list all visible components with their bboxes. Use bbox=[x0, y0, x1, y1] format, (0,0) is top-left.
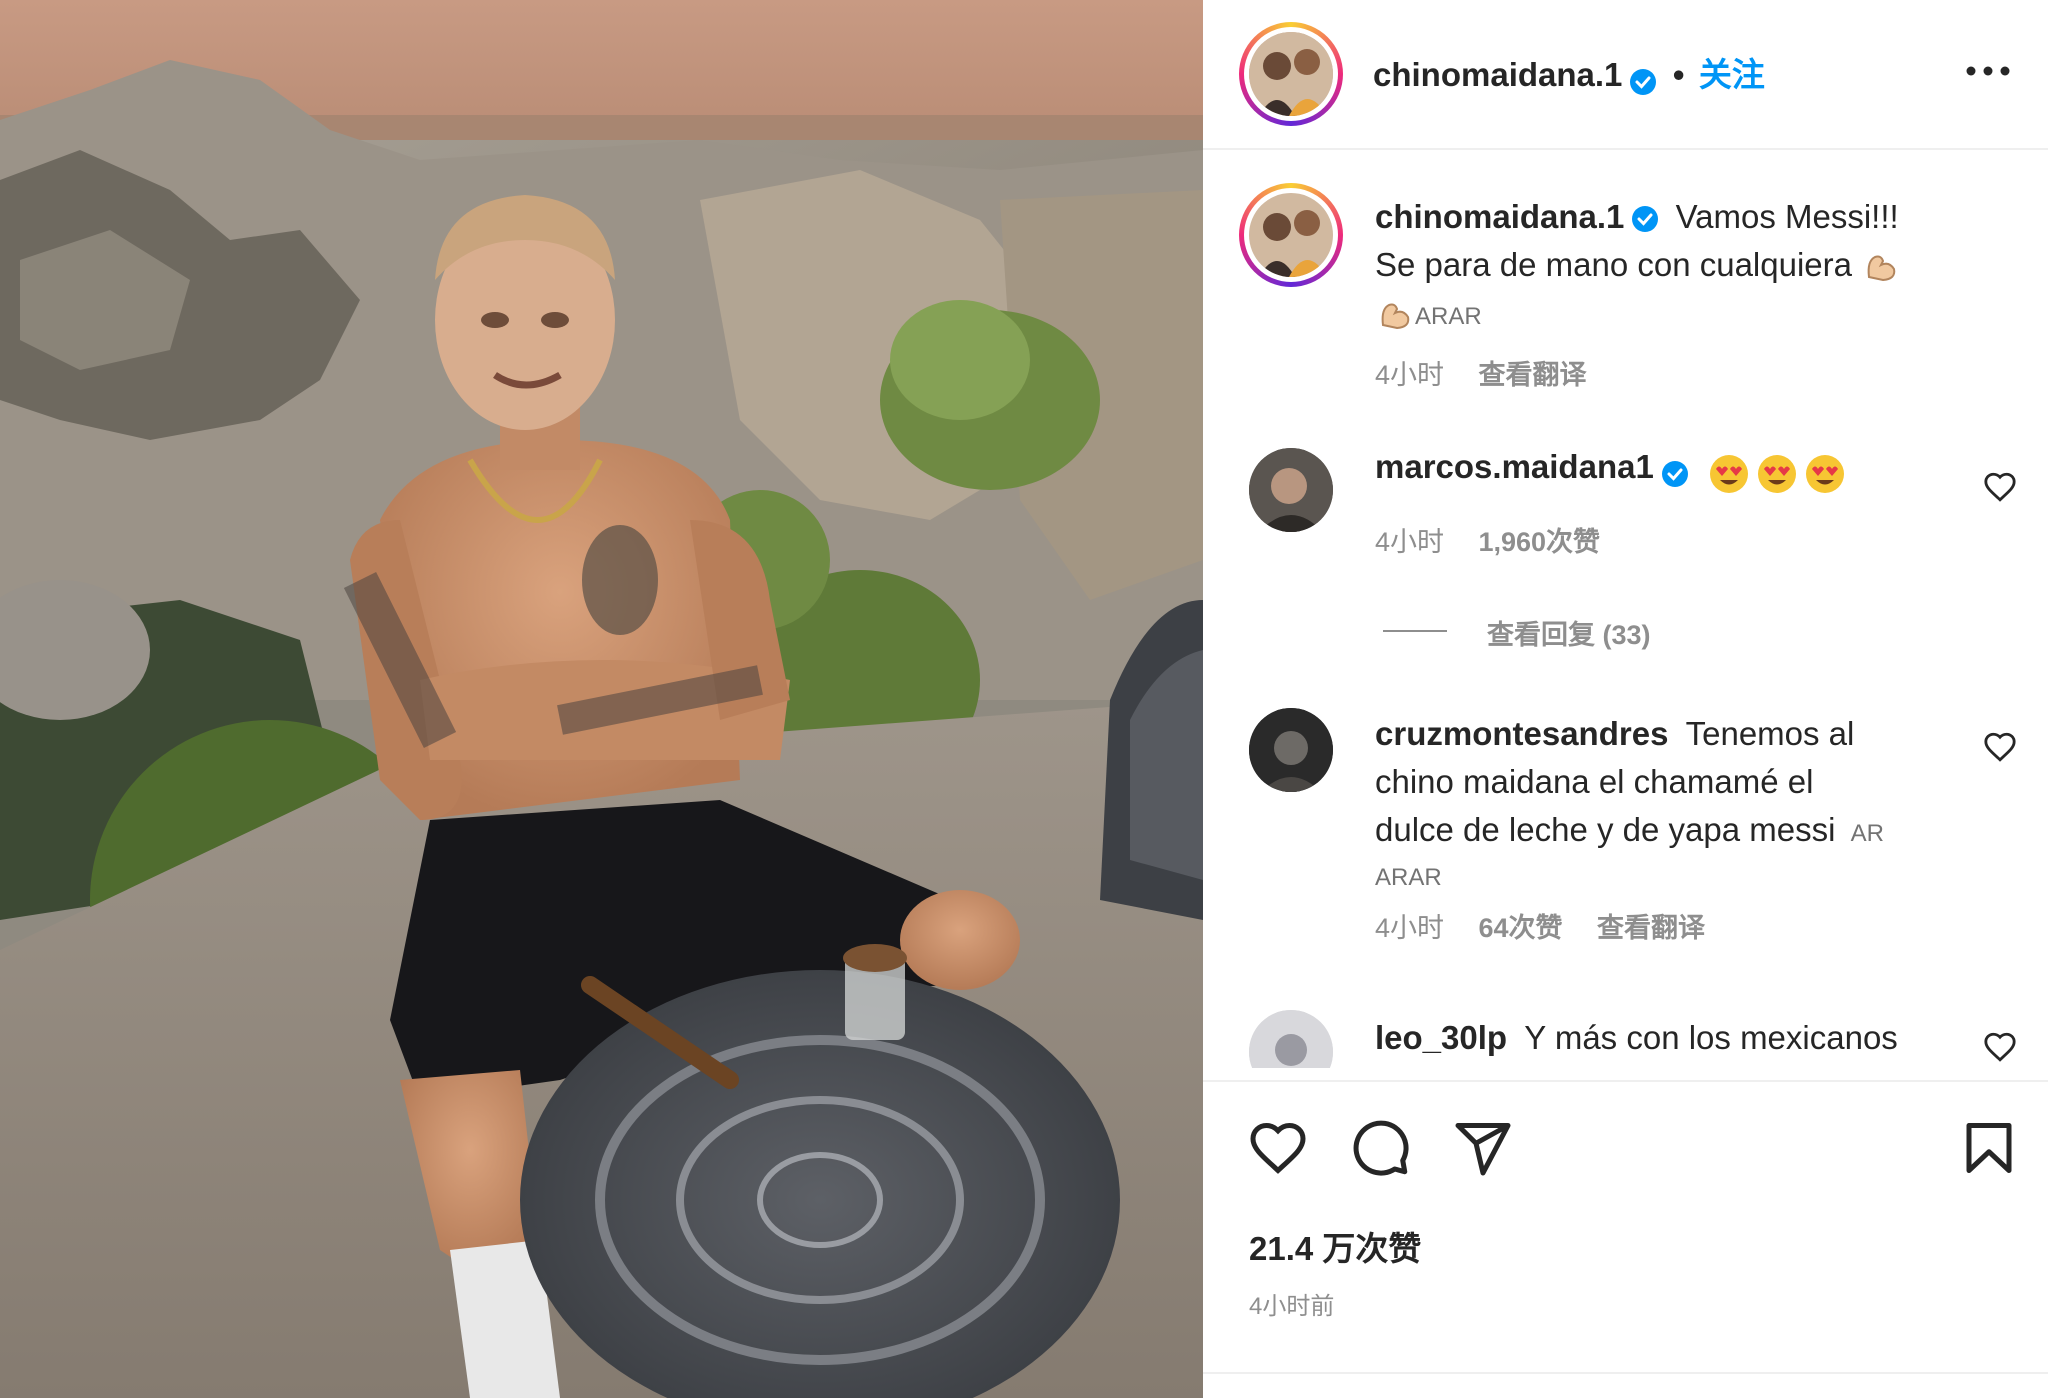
commenter-avatar[interactable] bbox=[1249, 708, 1333, 792]
caption-text-1: Vamos Messi!!! bbox=[1675, 198, 1899, 235]
comment-time[interactable]: 4小时 bbox=[1375, 527, 1444, 557]
more-options-icon[interactable] bbox=[1963, 56, 2013, 86]
comment-author[interactable]: marcos.maidana1 bbox=[1375, 448, 1654, 485]
comment-text: Y más con los mexicanos bbox=[1524, 1019, 1898, 1056]
comment-emojis bbox=[1708, 454, 1852, 493]
view-replies-line bbox=[1383, 630, 1447, 632]
flag-codes: ARAR bbox=[1375, 864, 1442, 891]
comment-body: cruzmontesandres Tenemos al chino maidan… bbox=[1375, 710, 1975, 945]
comment-like-heart-icon[interactable] bbox=[1983, 730, 2017, 764]
actions-divider bbox=[1203, 1080, 2048, 1082]
verified-badge-icon bbox=[1630, 68, 1657, 95]
commenter-avatar[interactable] bbox=[1249, 448, 1333, 532]
header-user-line: chinomaidana.1 • 关注 bbox=[1373, 48, 1765, 97]
comment-line: marcos.maidana1 bbox=[1375, 448, 1852, 495]
save-icon[interactable] bbox=[1959, 1118, 2019, 1178]
heart-eyes-emoji bbox=[1710, 454, 1749, 493]
post-side-panel: chinomaidana.1 • 关注 chinomaidana.1 Vamos… bbox=[1203, 0, 2048, 1398]
share-icon[interactable] bbox=[1453, 1118, 1513, 1178]
like-count[interactable]: 21.4 万次赞 bbox=[1249, 1222, 1421, 1270]
comment-author[interactable]: cruzmontesandres bbox=[1375, 715, 1668, 752]
caption-meta: 4小时 查看翻译 bbox=[1375, 353, 2015, 392]
commenter-avatar-image bbox=[1249, 448, 1333, 532]
flexed-biceps-emoji bbox=[1381, 303, 1410, 330]
post-photo-illustration bbox=[0, 0, 1203, 1398]
comment-text-3: dulce de leche y de yapa messi bbox=[1375, 811, 1836, 848]
follow-button[interactable]: 关注 bbox=[1699, 56, 1765, 93]
see-translation-link[interactable]: 查看翻译 bbox=[1597, 913, 1705, 943]
author-avatar-image bbox=[1249, 32, 1333, 116]
caption-author-avatar[interactable] bbox=[1249, 193, 1333, 277]
comment-meta: 4小时 1,960次赞 bbox=[1375, 520, 1600, 559]
heart-eyes-emoji bbox=[1806, 454, 1845, 493]
comment-meta: 4小时 64次赞 查看翻译 bbox=[1375, 906, 1975, 945]
flag-codes: ARAR bbox=[1415, 303, 1482, 330]
caption-time[interactable]: 4小时 bbox=[1375, 360, 1444, 390]
caption-line-1: chinomaidana.1 Vamos Messi!!! bbox=[1375, 193, 2015, 241]
comment-like-heart-icon[interactable] bbox=[1983, 470, 2017, 504]
bottom-divider bbox=[1203, 1372, 2048, 1374]
comment-text-2: chino maidana el chamamé el bbox=[1375, 763, 1814, 800]
comment-time[interactable]: 4小时 bbox=[1375, 913, 1444, 943]
comment-author[interactable]: leo_30lp bbox=[1375, 1019, 1507, 1056]
author-avatar[interactable] bbox=[1249, 32, 1333, 116]
comment-item: leo_30lp Y más con los mexicanos bbox=[1203, 1010, 2048, 1068]
comment-line-3: dulce de leche y de yapa messi AR bbox=[1375, 806, 1975, 858]
commenter-avatar-image bbox=[1249, 708, 1333, 792]
caption-body: chinomaidana.1 Vamos Messi!!! Se para de… bbox=[1375, 193, 2015, 392]
verified-badge-icon bbox=[1632, 206, 1659, 233]
heart-icon[interactable] bbox=[1248, 1118, 1308, 1178]
flag-code: AR bbox=[1850, 820, 1884, 847]
verified-badge-icon bbox=[1661, 460, 1688, 487]
view-replies-button[interactable]: 查看回复 (33) bbox=[1487, 613, 1651, 652]
header-divider bbox=[1203, 148, 2048, 150]
comment-icon[interactable] bbox=[1351, 1118, 1411, 1178]
see-translation-link[interactable]: 查看翻译 bbox=[1478, 360, 1586, 390]
comment-like-count[interactable]: 64次赞 bbox=[1478, 913, 1562, 943]
author-username[interactable]: chinomaidana.1 bbox=[1373, 56, 1622, 93]
post-photo[interactable] bbox=[0, 0, 1203, 1398]
comment-like-count[interactable]: 1,960次赞 bbox=[1478, 527, 1600, 557]
heart-eyes-emoji bbox=[1758, 454, 1797, 493]
caption-text-2: Se para de mano con cualquiera bbox=[1375, 246, 1852, 283]
commenter-avatar[interactable] bbox=[1249, 1010, 1333, 1068]
comment-like-heart-icon[interactable] bbox=[1983, 1030, 2017, 1064]
separator-dot: • bbox=[1672, 56, 1685, 93]
post-timestamp[interactable]: 4小时前 bbox=[1249, 1286, 1334, 1321]
comment-line-1: cruzmontesandres Tenemos al bbox=[1375, 710, 1975, 758]
comment-text-1: Tenemos al bbox=[1685, 715, 1855, 752]
commenter-avatar-image bbox=[1249, 1010, 1333, 1068]
caption-line-2: Se para de mano con cualquiera bbox=[1375, 241, 2015, 289]
comment-line: leo_30lp Y más con los mexicanos bbox=[1375, 1014, 1898, 1062]
caption-line-3: ARAR bbox=[1375, 289, 2015, 341]
flexed-biceps-emoji bbox=[1867, 255, 1896, 282]
caption-author[interactable]: chinomaidana.1 bbox=[1375, 198, 1624, 235]
caption-avatar-image bbox=[1249, 193, 1333, 277]
